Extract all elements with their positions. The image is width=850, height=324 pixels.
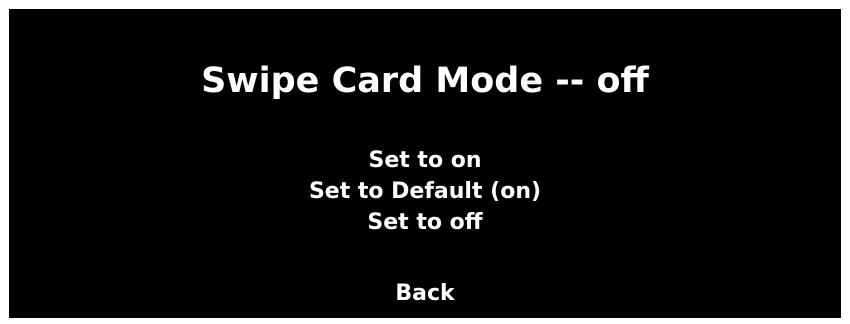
options-menu: Set to on Set to Default (on) Set to off [9, 145, 841, 238]
swipe-card-mode-screen: Swipe Card Mode -- off Set to on Set to … [9, 9, 841, 318]
page-title: Swipe Card Mode -- off [201, 61, 649, 101]
back-button[interactable]: Back [9, 279, 841, 309]
set-to-default-option[interactable]: Set to Default (on) [9, 176, 841, 207]
set-to-on-option[interactable]: Set to on [9, 145, 841, 176]
set-to-off-option[interactable]: Set to off [9, 207, 841, 238]
